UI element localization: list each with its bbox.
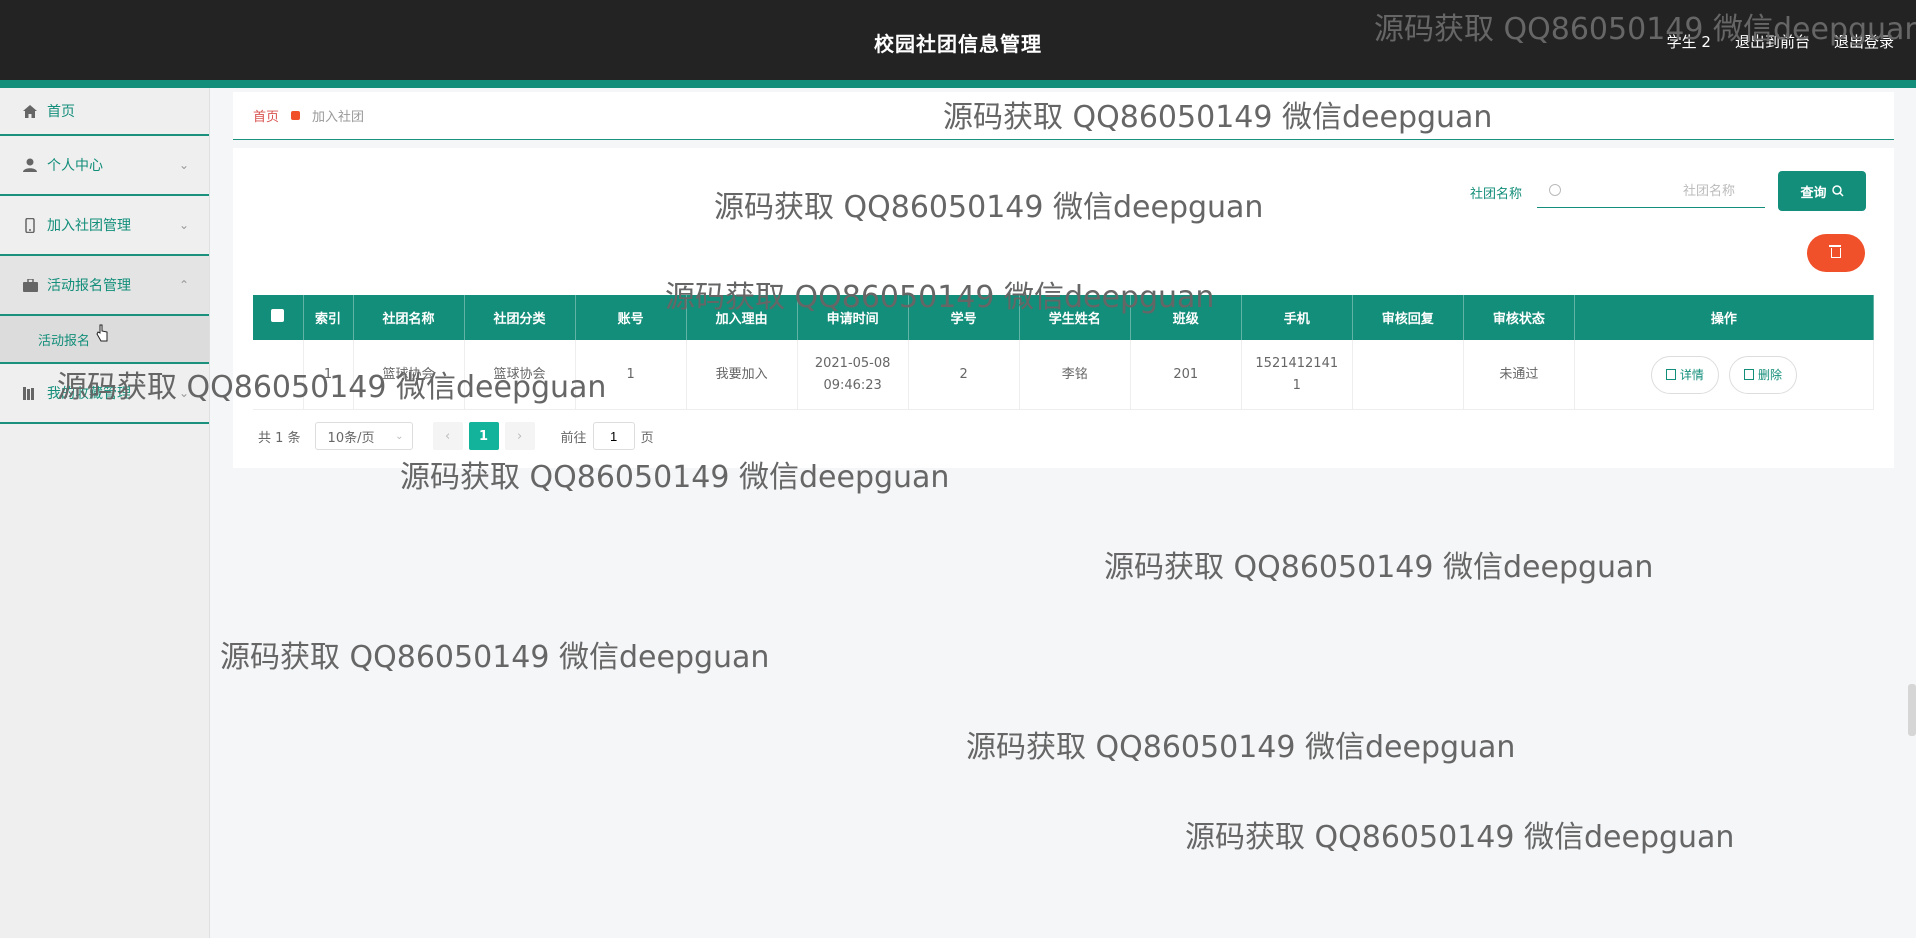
col-header: 社团分类 (464, 295, 576, 340)
app-title: 校园社团信息管理 (874, 32, 1042, 56)
cell-reply (1352, 340, 1464, 410)
sidebar-item-label: 首页 (47, 104, 75, 120)
go-frontend-link[interactable]: 退出到前台 (1735, 31, 1810, 52)
top-header: 校园社团信息管理 学生 2 退出到前台 退出登录 (0, 0, 1916, 80)
watermark: 源码获取 QQ86050149 微信deepguan (220, 640, 770, 675)
sidebar-item-label: 加入社团管理 (47, 218, 131, 234)
cell-reason: 我要加入 (686, 340, 798, 410)
cell-apply-time: 2021-05-08 09:46:23 (797, 340, 909, 410)
cell-student-no: 2 (908, 340, 1020, 410)
breadcrumb-current: 加入社团 (312, 110, 365, 125)
page-unit: 页 (640, 430, 654, 446)
pagination: 共 1 条 10条/页 ⌄ ‹ 1 › 前往 页 (258, 422, 654, 450)
query-button-label: 查询 (1800, 185, 1827, 201)
chevron-up-icon: ⌃ (178, 278, 189, 292)
col-header: 学号 (908, 295, 1020, 340)
chevron-down-icon: ⌄ (178, 158, 189, 172)
cell-index: 1 (303, 340, 354, 410)
prev-page-button[interactable]: ‹ (432, 422, 463, 450)
page-size-value: 10条/页 (327, 430, 375, 446)
page-number[interactable]: 1 (468, 422, 499, 450)
cell-class: 201 (1130, 340, 1242, 410)
username[interactable]: 学生 2 (1667, 31, 1711, 52)
user-nav: 学生 2 退出到前台 退出登录 (1667, 31, 1894, 52)
sidebar-item-favorites[interactable]: 我的收藏管理 ⌄ (0, 364, 209, 424)
table-header-row: 索引 社团名称 社团分类 账号 加入理由 申请时间 学号 学生姓名 班级 手机 … (253, 295, 1875, 340)
col-header: 班级 (1130, 295, 1242, 340)
col-header: 学生姓名 (1019, 295, 1131, 340)
home-icon (22, 104, 38, 118)
next-page-button[interactable]: › (504, 422, 535, 450)
cell-actions: 详情 删除 (1574, 340, 1875, 410)
delete-button-label: 删除 (1757, 367, 1782, 382)
breadcrumb-separator-icon (291, 111, 301, 120)
scrollbar-thumb[interactable] (1908, 684, 1916, 736)
main-panel: 社团名称 查询 索引 社团名称 社团分类 账号 加入理由 申请时间 学号 学生姓… (233, 148, 1894, 468)
table-row: 1 篮球协会 篮球协会 1 我要加入 2021-05-08 09:46:23 2… (253, 340, 1875, 410)
phone-icon (22, 217, 38, 233)
col-header: 审核回复 (1352, 295, 1464, 340)
cell-phone: 1521412141 1 (1241, 340, 1353, 410)
col-header: 审核状态 (1463, 295, 1575, 340)
cell-phone-line2: 1 (1292, 377, 1301, 393)
row-checkbox[interactable] (253, 340, 304, 410)
chevron-down-icon: ⌄ (178, 386, 189, 400)
search-icon (1549, 184, 1561, 196)
cell-student-name: 李铭 (1019, 340, 1131, 410)
hand-cursor-icon (96, 324, 108, 342)
goto-page-input[interactable] (592, 422, 635, 450)
trash-icon (1743, 369, 1754, 380)
search-input[interactable] (1537, 174, 1765, 208)
col-header: 操作 (1574, 295, 1875, 340)
cell-category: 篮球协会 (464, 340, 576, 410)
sidebar-item-home[interactable]: 首页 (0, 88, 209, 136)
watermark: 源码获取 QQ86050149 微信deepguan (1185, 820, 1735, 855)
col-header: 社团名称 (353, 295, 465, 340)
goto-label: 前往 (560, 430, 587, 446)
user-icon (22, 158, 38, 172)
sidebar-item-profile[interactable]: 个人中心 ⌄ (0, 136, 209, 196)
delete-button[interactable]: 删除 (1728, 355, 1797, 394)
cell-apply-clock: 09:46:23 (823, 377, 882, 393)
search-icon (1831, 185, 1844, 197)
col-header: 账号 (575, 295, 687, 340)
col-header: 手机 (1241, 295, 1353, 340)
chevron-down-icon: ⌄ (178, 218, 189, 232)
page-size-select[interactable]: 10条/页 ⌄ (314, 422, 413, 450)
sidebar-item-label: 我的收藏管理 (47, 386, 131, 402)
search-label: 社团名称 (1470, 187, 1523, 202)
logout-link[interactable]: 退出登录 (1834, 31, 1894, 52)
sidebar-item-activity[interactable]: 活动报名管理 ⌃ (0, 256, 209, 316)
cell-account: 1 (575, 340, 687, 410)
breadcrumb-home[interactable]: 首页 (253, 106, 279, 125)
breadcrumb: 首页 加入社团 (233, 92, 1894, 140)
detail-button[interactable]: 详情 (1650, 355, 1719, 394)
briefcase-icon (22, 278, 38, 292)
col-header: 加入理由 (686, 295, 798, 340)
goto-page: 前往 页 (561, 422, 654, 450)
watermark: 源码获取 QQ86050149 微信deepguan (1104, 550, 1654, 585)
select-all-checkbox[interactable] (253, 295, 304, 340)
total-count: 共 1 条 (258, 430, 301, 446)
query-button[interactable]: 查询 (1778, 171, 1866, 211)
chevron-down-icon: ⌄ (395, 430, 404, 442)
sidebar-item-join-club[interactable]: 加入社团管理 ⌄ (0, 196, 209, 256)
cell-phone-line1: 1521412141 (1255, 355, 1339, 371)
detail-button-label: 详情 (1679, 367, 1704, 382)
sidebar-item-label: 活动报名管理 (47, 278, 131, 294)
cell-apply-date: 2021-05-08 (814, 355, 891, 371)
cell-status: 未通过 (1463, 340, 1575, 410)
watermark: 源码获取 QQ86050149 微信deepguan (966, 730, 1516, 765)
header-accent-bar (0, 80, 1916, 88)
col-header: 索引 (303, 295, 354, 340)
col-header: 申请时间 (797, 295, 909, 340)
sidebar-item-label: 个人中心 (47, 158, 103, 174)
cell-club: 篮球协会 (353, 340, 465, 410)
data-table: 索引 社团名称 社团分类 账号 加入理由 申请时间 学号 学生姓名 班级 手机 … (253, 295, 1875, 410)
sidebar: 首页 个人中心 ⌄ 加入社团管理 ⌄ 活动报名管理 ⌃ 活动报名 我的收藏管理 … (0, 88, 210, 938)
document-icon (1665, 369, 1676, 380)
batch-delete-button[interactable] (1807, 234, 1865, 272)
trash-icon (1829, 245, 1841, 258)
library-icon (22, 386, 38, 400)
